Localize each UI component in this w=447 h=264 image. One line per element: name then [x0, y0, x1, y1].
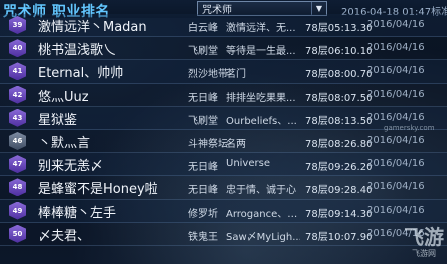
player-guild: 铁鬼王: [188, 231, 218, 243]
player-title: 忠于情、诚于心: [226, 185, 296, 197]
rank-badge: 49: [9, 201, 26, 220]
record-date: 2016/04/16: [367, 181, 425, 193]
floor-time: 78层08:26.80: [305, 138, 373, 150]
record-date: 2016/04/16: [367, 158, 425, 170]
player-title: Universe: [226, 158, 270, 170]
rank-badge: 43: [9, 108, 26, 127]
table-row[interactable]: 41 Eternal、帅帅 烈沙地带 茗门 78层08:00.70 2016/0…: [0, 60, 447, 84]
player-guild: 烈沙地带: [188, 69, 228, 81]
player-guild: 飞刷堂: [188, 46, 218, 58]
player-title: Arrogance、…: [226, 208, 298, 220]
floor-time: 78层09:14.30: [305, 208, 373, 220]
record-date: 2016/04/16: [367, 19, 425, 30]
table-row[interactable]: 47 别来无恙〆 无日峰 Universe 78层09:26.20 2016/0…: [0, 153, 447, 177]
player-title: 茗门: [226, 69, 246, 81]
rank-badge: 48: [9, 178, 26, 197]
player-guild: 飞刷堂: [188, 115, 218, 127]
record-date: 2016/04/16: [367, 134, 425, 146]
player-name: Eternal、帅帅: [38, 66, 124, 82]
rank-badge: 39: [9, 16, 26, 34]
table-row[interactable]: 50 〆夫君、 铁鬼王 Saw〆MyLigh... 78层10:07.90 20…: [0, 223, 447, 246]
table-row[interactable]: 40 桃书温浅歌乀 飞刷堂 等待是一生最... 78层06:10.10 2016…: [0, 37, 447, 61]
player-guild: 白云峰: [188, 23, 218, 34]
player-title: 等待是一生最...: [226, 46, 296, 58]
player-guild: 无日峰: [188, 92, 218, 104]
player-name: 激情远洋丶Madan: [38, 20, 147, 35]
player-title: 排排坐吃果果...: [226, 92, 296, 104]
record-date: 2016/04/16: [367, 204, 425, 216]
player-title: 名两: [226, 138, 246, 150]
player-name: 是蜂蜜不是Honey啦: [38, 182, 158, 198]
table-row[interactable]: 46 丶默灬言 斗神祭坛 名两 78层08:26.80 2016/04/16: [0, 130, 447, 154]
table-row[interactable]: 49 棒棒糖丶左手 修罗圻 Arrogance、… 78层09:14.30 20…: [0, 199, 447, 223]
rank-badge: 41: [9, 62, 26, 81]
floor-time: 78层08:13.50: [305, 115, 373, 127]
floor-time: 78层09:28.40: [305, 185, 373, 197]
logo-caption: 飞游网: [412, 249, 436, 258]
player-name: 别来无恙〆: [38, 159, 104, 175]
floor-time: 78层08:07.50: [305, 92, 373, 104]
rank-badge: 42: [9, 85, 26, 104]
record-date: 2016/04/16: [367, 42, 425, 54]
player-title: 激情远洋、无...: [226, 23, 296, 34]
player-guild: 无日峰: [188, 185, 218, 197]
rank-badge: 40: [9, 39, 26, 58]
player-guild: 无日峰: [188, 162, 218, 174]
site-watermark: gamersky.com: [384, 124, 435, 132]
player-title: Saw〆MyLigh...: [226, 231, 300, 243]
floor-time: 78层05:13.30: [305, 23, 373, 34]
floor-time: 78层09:26.20: [305, 162, 373, 174]
table-row[interactable]: 42 悠灬Uuz 无日峰 排排坐吃果果... 78层08:07.50 2016/…: [0, 84, 447, 107]
player-name: 星狱鉴: [38, 112, 78, 128]
record-date: 2016/04/16: [367, 88, 425, 100]
player-name: 棒棒糖丶左手: [38, 205, 117, 221]
player-name: 丶默灬言: [38, 135, 91, 151]
logo-watermark: 飞游 飞游网: [404, 226, 444, 260]
rank-badge: 46: [9, 131, 26, 150]
player-guild: 斗神祭坛: [188, 138, 228, 150]
floor-time: 78层08:00.70: [305, 69, 373, 81]
table-row[interactable]: 48 是蜂蜜不是Honey啦 无日峰 忠于情、诚于心 78层09:28.40 2…: [0, 176, 447, 200]
ranking-list: 39 激情远洋丶Madan 白云峰 激情远洋、无... 78层05:13.30 …: [0, 14, 447, 246]
record-date: 2016/04/16: [367, 65, 425, 77]
player-name: 悠灬Uuz: [38, 89, 89, 105]
table-row[interactable]: 43 星狱鉴 飞刷堂 Ourbeliefs、... 78层08:13.50 20…: [0, 106, 447, 130]
rank-badge: 47: [9, 155, 26, 174]
rank-badge: 50: [9, 224, 26, 243]
table-row[interactable]: 39 激情远洋丶Madan 白云峰 激情远洋、无... 78层05:13.30 …: [0, 14, 447, 38]
logo-mark: 飞游: [404, 225, 444, 249]
player-name: 〆夫君、: [38, 228, 91, 244]
player-title: Ourbeliefs、...: [226, 115, 297, 127]
floor-time: 78层10:07.90: [305, 231, 373, 243]
floor-time: 78层06:10.10: [305, 46, 373, 58]
player-guild: 修罗圻: [188, 208, 218, 220]
record-date: 2016/04/16: [367, 111, 425, 123]
player-name: 桃书温浅歌乀: [38, 43, 117, 59]
